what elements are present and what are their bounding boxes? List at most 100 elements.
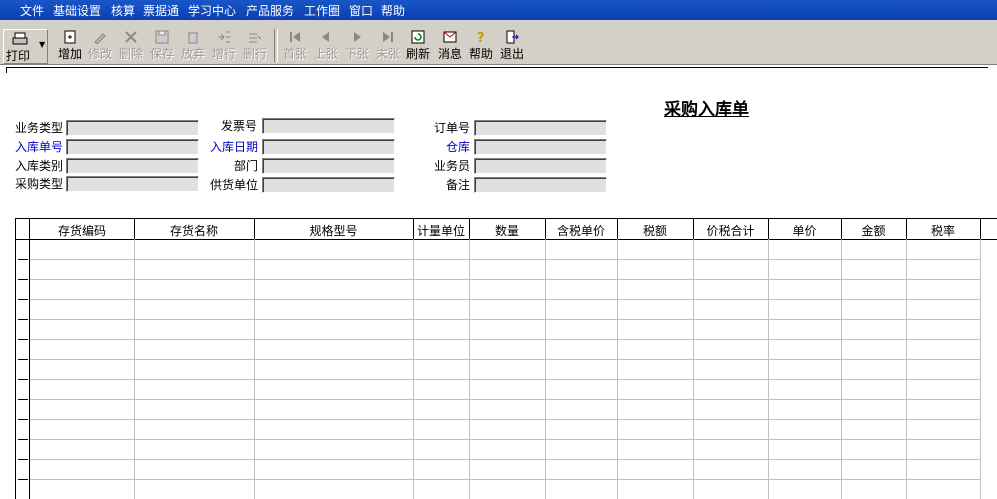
help-button[interactable]: ? 帮助 xyxy=(467,29,495,62)
salesperson-field[interactable] xyxy=(474,158,607,174)
document-title: 采购入库单 xyxy=(664,100,749,120)
column-header-unit[interactable]: 计量单位 xyxy=(413,222,469,239)
receipt-date-label: 入库日期 xyxy=(210,140,259,154)
menu-bar: 文件 基础设置 核算 票据通 学习中心 产品服务 工作圈 窗口 帮助 xyxy=(0,0,997,20)
department-field[interactable] xyxy=(262,158,395,174)
menu-help[interactable]: 帮助 xyxy=(381,2,405,19)
table-row xyxy=(30,459,980,460)
delete-button[interactable]: 删除 xyxy=(117,29,145,62)
refresh-label: 刷新 xyxy=(405,47,430,61)
receipt-category-field[interactable] xyxy=(66,158,199,174)
table-row xyxy=(30,399,980,400)
table-row xyxy=(30,419,980,420)
purchase-type-field[interactable] xyxy=(66,176,199,192)
add-row-button[interactable]: 增行 xyxy=(210,29,238,62)
first-button[interactable]: 首张 xyxy=(281,29,309,62)
column-header-tax-amount[interactable]: 税额 xyxy=(617,222,693,239)
toolbar: 打印 ▼ 增加 修改 删除 保存 放弃 增行 删行 首张 上张 下张 末张 刷新… xyxy=(0,20,997,65)
warehouse-field[interactable] xyxy=(474,139,607,155)
first-page-icon xyxy=(290,32,300,42)
printer-icon xyxy=(12,32,28,45)
delete-row-label: 删行 xyxy=(242,47,267,61)
add-row-label: 增行 xyxy=(211,47,236,61)
column-header-quantity[interactable]: 数量 xyxy=(469,222,545,239)
remarks-field[interactable] xyxy=(474,177,607,193)
menu-file[interactable]: 文件 xyxy=(20,2,44,19)
trash-icon xyxy=(188,32,198,44)
table-row xyxy=(30,299,980,300)
save-icon xyxy=(155,30,169,44)
next-button[interactable]: 下张 xyxy=(343,29,371,62)
column-header-amount[interactable]: 金额 xyxy=(841,222,906,239)
exit-button[interactable]: 退出 xyxy=(498,29,526,62)
table-row xyxy=(30,339,980,340)
column-header-unit-price[interactable]: 单价 xyxy=(768,222,841,239)
receipt-category-label: 入库类别 xyxy=(15,159,64,173)
save-button[interactable]: 保存 xyxy=(148,29,176,62)
menu-product-service[interactable]: 产品服务 xyxy=(246,2,294,19)
svg-text:?: ? xyxy=(477,31,485,44)
remarks-label: 备注 xyxy=(446,178,471,192)
column-header-total-with-tax[interactable]: 价税合计 xyxy=(693,222,768,239)
receipt-no-label: 入库单号 xyxy=(15,140,64,154)
add-document-icon xyxy=(64,30,76,44)
exit-icon xyxy=(506,30,519,44)
table-row xyxy=(30,259,980,260)
discard-button[interactable]: 放弃 xyxy=(179,29,207,62)
supplier-field[interactable] xyxy=(262,177,395,193)
menu-work-circle[interactable]: 工作圈 xyxy=(304,2,340,19)
edit-label: 修改 xyxy=(87,47,112,61)
first-label: 首张 xyxy=(282,47,307,61)
toolbar-separator xyxy=(274,29,278,62)
column-header-tax-rate[interactable]: 税率 xyxy=(906,222,980,239)
edit-button[interactable]: 修改 xyxy=(86,29,114,62)
save-label: 保存 xyxy=(149,47,174,61)
last-page-icon xyxy=(383,32,393,42)
next-page-icon xyxy=(354,32,361,42)
purchase-type-label: 采购类型 xyxy=(15,177,64,191)
invoice-no-field[interactable] xyxy=(262,118,395,134)
help-label: 帮助 xyxy=(468,47,493,61)
prev-button[interactable]: 上张 xyxy=(312,29,340,62)
discard-label: 放弃 xyxy=(180,47,205,61)
salesperson-label: 业务员 xyxy=(434,159,471,173)
add-button[interactable]: 增加 xyxy=(56,29,84,62)
business-type-label: 业务类型 xyxy=(15,121,64,135)
print-button[interactable]: 打印 ▼ xyxy=(3,29,48,64)
refresh-icon xyxy=(411,30,425,44)
delete-row-button[interactable]: 删行 xyxy=(241,29,269,62)
column-header-item-name[interactable]: 存货名称 xyxy=(134,222,254,239)
business-type-field[interactable] xyxy=(66,120,199,136)
last-button[interactable]: 末张 xyxy=(374,29,402,62)
receipt-no-field[interactable] xyxy=(66,139,199,155)
receipt-date-field[interactable] xyxy=(262,139,395,155)
supplier-label: 供货单位 xyxy=(210,178,259,192)
prev-page-icon xyxy=(322,32,329,42)
detail-grid[interactable]: 存货编码 存货名称 规格型号 计量单位 数量 含税单价 税额 价税合计 单价 金… xyxy=(15,218,997,499)
column-header-item-code[interactable]: 存货编码 xyxy=(30,222,134,239)
refresh-button[interactable]: 刷新 xyxy=(404,29,432,62)
column-header-spec[interactable]: 规格型号 xyxy=(254,222,413,239)
table-row xyxy=(30,279,980,280)
edit-icon xyxy=(94,33,106,44)
menu-bills[interactable]: 票据通 xyxy=(143,2,179,19)
add-label: 增加 xyxy=(57,47,82,61)
menu-accounting[interactable]: 核算 xyxy=(111,2,135,19)
table-row xyxy=(30,439,980,440)
add-row-icon xyxy=(218,31,230,43)
column-header-tax-inclusive-price[interactable]: 含税单价 xyxy=(545,222,617,239)
table-row xyxy=(30,379,980,380)
table-row xyxy=(30,479,980,480)
invoice-no-label: 发票号 xyxy=(221,119,258,133)
delete-label: 删除 xyxy=(118,47,143,61)
document-corner xyxy=(6,67,7,73)
delete-icon xyxy=(125,31,137,43)
chevron-down-icon[interactable]: ▼ xyxy=(39,40,45,49)
next-label: 下张 xyxy=(344,47,369,61)
exit-label: 退出 xyxy=(499,47,524,61)
menu-window[interactable]: 窗口 xyxy=(349,2,373,19)
order-no-field[interactable] xyxy=(474,120,607,136)
menu-basic-settings[interactable]: 基础设置 xyxy=(53,2,101,19)
menu-learning-center[interactable]: 学习中心 xyxy=(188,2,236,19)
message-button[interactable]: 消息 xyxy=(436,29,464,62)
